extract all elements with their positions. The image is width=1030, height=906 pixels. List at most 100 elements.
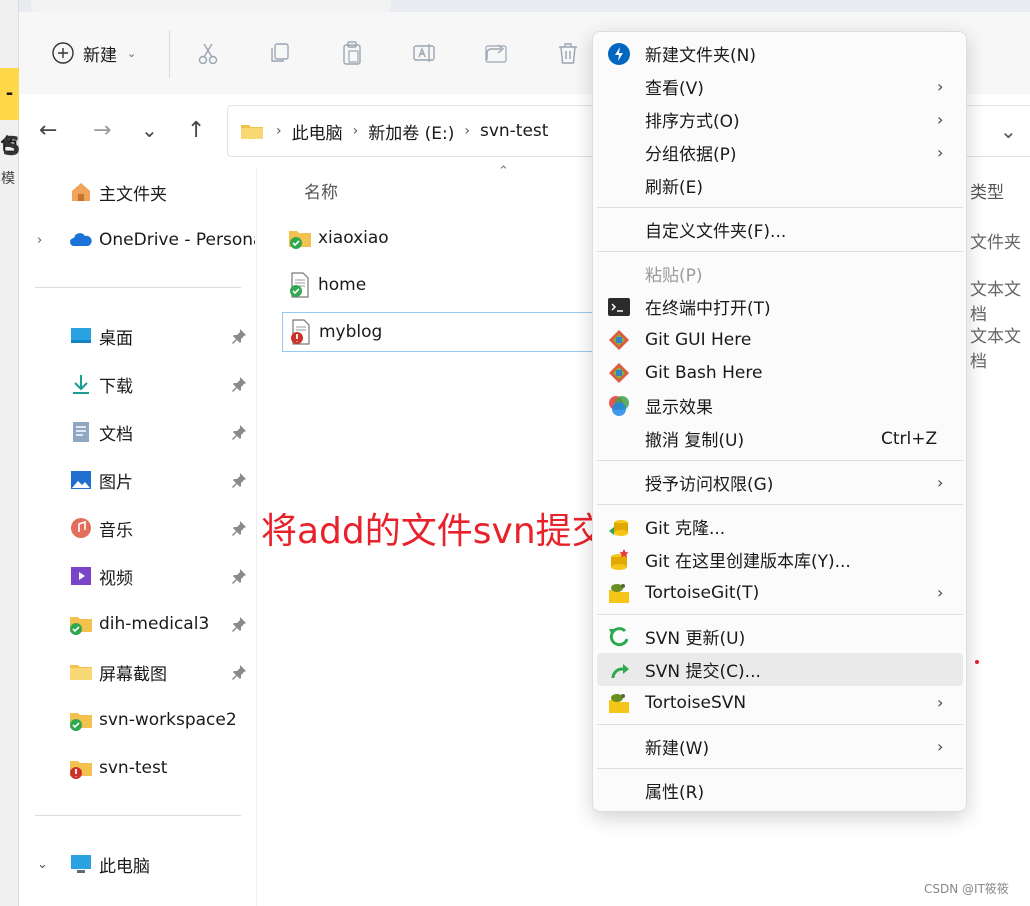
- back-button[interactable]: ←: [39, 118, 65, 144]
- video-icon: [71, 567, 91, 585]
- sidebar-item-dih-medical3[interactable]: dih-medical3: [19, 604, 257, 644]
- pin-icon[interactable]: [231, 424, 247, 440]
- menu-item-properties[interactable]: 属性(R): [597, 774, 963, 807]
- menu-item-new[interactable]: 新建(W) ›: [597, 730, 963, 763]
- sidebar-item-label: svn-test: [99, 758, 168, 778]
- rename-icon[interactable]: [411, 40, 437, 66]
- menu-item-svn-update[interactable]: SVN 更新(U): [597, 620, 963, 653]
- menu-item-customize-folder[interactable]: 自定义文件夹(F)...: [597, 213, 963, 246]
- menu-item-git-clone[interactable]: Git 克隆...: [597, 510, 963, 543]
- sidebar-item-onedrive[interactable]: › OneDrive - Personal: [19, 220, 257, 260]
- menu-item-svn-commit[interactable]: SVN 提交(C)...: [597, 653, 963, 686]
- menu-separator: [597, 614, 963, 615]
- submenu-arrow-icon: ›: [937, 143, 944, 162]
- breadcrumb-this-pc[interactable]: 此电脑: [292, 119, 343, 144]
- sidebar-divider: [35, 815, 241, 816]
- sidebar-item-screenshots[interactable]: 屏幕截图: [19, 652, 257, 692]
- pin-icon[interactable]: [231, 376, 247, 392]
- sidebar-item-desktop[interactable]: 桌面: [19, 316, 257, 356]
- menu-item-view[interactable]: 查看(V) ›: [597, 70, 963, 103]
- chevron-down-icon: ⌄: [127, 46, 137, 60]
- chevron-right-icon[interactable]: ›: [37, 233, 42, 248]
- sidebar-item-label: 音乐: [99, 520, 133, 541]
- document-icon: [73, 422, 89, 442]
- window-tab[interactable]: [31, 0, 391, 12]
- folder-icon: [70, 665, 92, 680]
- breadcrumb-separator: ›: [276, 123, 282, 139]
- file-row-home[interactable]: home: [282, 265, 612, 305]
- file-row-xiaoxiao[interactable]: xiaoxiao: [282, 218, 612, 258]
- pin-icon[interactable]: [231, 616, 247, 632]
- sidebar-item-pictures[interactable]: 图片: [19, 460, 257, 500]
- breadcrumb-svn-test[interactable]: svn-test: [480, 121, 548, 141]
- up-button[interactable]: ↑: [187, 118, 213, 144]
- menu-item-label: Git 克隆...: [645, 519, 726, 539]
- menu-item-refresh[interactable]: 刷新(E): [597, 169, 963, 202]
- sidebar-item-downloads[interactable]: 下载: [19, 364, 257, 404]
- file-row-myblog[interactable]: myblog: [282, 312, 612, 352]
- menu-item-git-gui-here[interactable]: Git GUI Here: [597, 323, 963, 356]
- recent-locations-button[interactable]: ⌄: [141, 118, 167, 144]
- menu-item-tortoisegit[interactable]: TortoiseGit(T) ›: [597, 576, 963, 609]
- menu-item-shortcut: Ctrl+Z: [881, 428, 938, 449]
- menu-item-label: Git Bash Here: [645, 362, 763, 383]
- color-wheel-icon: [609, 395, 629, 416]
- delete-icon[interactable]: [555, 40, 581, 66]
- submenu-arrow-icon: ›: [937, 77, 944, 96]
- context-menu: 新建文件夹(N) 查看(V) › 排序方式(O) › 分组依据(P) › 刷新(…: [592, 31, 967, 812]
- sidebar-item-this-pc[interactable]: ⌄ 此电脑: [19, 844, 257, 884]
- pin-icon[interactable]: [231, 472, 247, 488]
- sidebar-item-documents[interactable]: 文档: [19, 412, 257, 452]
- sidebar-item-svn-workspace2[interactable]: svn-workspace2: [19, 700, 257, 740]
- sidebar-item-music[interactable]: 音乐: [19, 508, 257, 548]
- menu-item-group-by[interactable]: 分组依据(P) ›: [597, 136, 963, 169]
- pictures-icon: [71, 471, 91, 489]
- paste-icon[interactable]: [339, 40, 365, 66]
- menu-item-git-create-repo[interactable]: Git 在这里创建版本库(Y)...: [597, 543, 963, 576]
- pin-icon[interactable]: [231, 520, 247, 536]
- column-header-type[interactable]: 类型: [970, 178, 1004, 203]
- pin-icon[interactable]: [231, 328, 247, 344]
- menu-item-give-access[interactable]: 授予访问权限(G) ›: [597, 466, 963, 499]
- column-header-name[interactable]: 名称: [304, 178, 338, 203]
- plus-circle-icon: [52, 42, 74, 64]
- menu-item-label: TortoiseGit(T): [645, 582, 760, 603]
- sidebar-item-svn-test[interactable]: svn-test: [19, 748, 257, 788]
- watermark: CSDN @IT筱筱: [924, 882, 1009, 896]
- menu-item-label: 查看(V): [645, 79, 704, 99]
- sidebar-item-home[interactable]: 主文件夹: [19, 172, 257, 212]
- onedrive-cloud-icon: [70, 233, 92, 246]
- annotation-text: 将add的文件svn提交: [261, 511, 608, 552]
- menu-item-label: 新建文件夹(N): [645, 46, 756, 66]
- sidebar-item-videos[interactable]: 视频: [19, 556, 257, 596]
- file-name: xiaoxiao: [318, 228, 389, 248]
- share-icon[interactable]: [483, 40, 509, 66]
- address-dropdown-icon[interactable]: ⌄: [1000, 119, 1017, 143]
- menu-item-new-folder[interactable]: 新建文件夹(N): [597, 37, 963, 70]
- cut-icon[interactable]: [195, 40, 221, 66]
- menu-item-tortoisesvn[interactable]: TortoiseSVN ›: [597, 686, 963, 719]
- chevron-down-icon[interactable]: ⌄: [37, 857, 48, 872]
- submenu-arrow-icon: ›: [937, 110, 944, 129]
- menu-item-sort-by[interactable]: 排序方式(O) ›: [597, 103, 963, 136]
- breadcrumb-drive-e[interactable]: 新加卷 (E:): [368, 119, 454, 144]
- git-bash-icon: [609, 362, 629, 383]
- pin-icon[interactable]: [231, 664, 247, 680]
- forward-button[interactable]: →: [93, 118, 119, 144]
- background-letter: S: [2, 132, 21, 162]
- menu-item-undo-copy[interactable]: 撤消 复制(U) Ctrl+Z: [597, 422, 963, 455]
- menu-item-open-in-terminal[interactable]: 在终端中打开(T): [597, 290, 963, 323]
- menu-item-label: 分组依据(P): [645, 145, 737, 165]
- menu-item-display-effects[interactable]: 显示效果: [597, 389, 963, 422]
- pin-icon[interactable]: [231, 568, 247, 584]
- menu-item-git-bash-here[interactable]: Git Bash Here: [597, 356, 963, 389]
- git-create-repo-icon: [611, 548, 629, 570]
- new-button[interactable]: 新建 ⌄: [51, 40, 136, 66]
- menu-item-label: 排序方式(O): [645, 112, 740, 132]
- breadcrumb-separator: ›: [464, 123, 470, 139]
- menu-item-label: Git GUI Here: [645, 329, 752, 350]
- copy-icon[interactable]: [267, 40, 293, 66]
- navigation-pane: 主文件夹 › OneDrive - Personal 桌面 下载 文档 图片 音…: [19, 168, 257, 906]
- menu-separator: [597, 504, 963, 505]
- menu-item-label: Git 在这里创建版本库(Y)...: [645, 552, 851, 572]
